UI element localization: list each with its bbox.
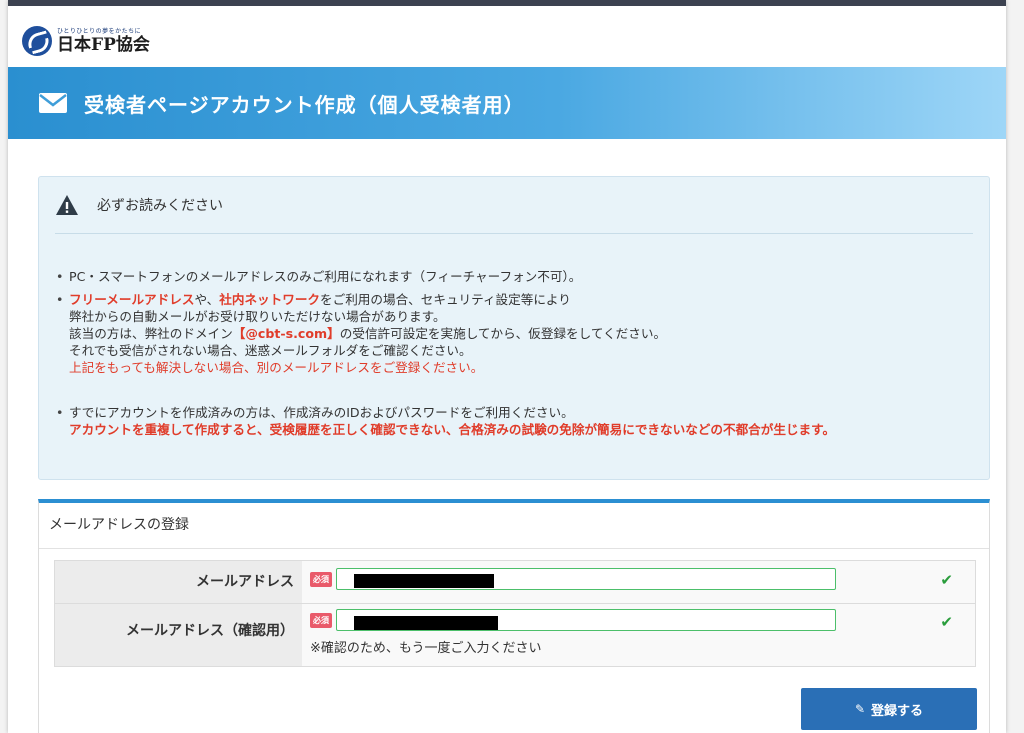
edit-icon: ✎ bbox=[854, 702, 866, 716]
required-badge: 必須 bbox=[310, 613, 332, 628]
checkmark-icon: ✔ bbox=[940, 613, 953, 631]
register-button[interactable]: ✎ 登録する bbox=[801, 688, 977, 730]
registration-panel: メールアドレスの登録 メールアドレス 必須 ✔ メールアドレス（確認用） 必須 … bbox=[38, 499, 990, 733]
notice-item-device: PC・スマートフォンのメールアドレスのみご利用になれます（フィーチャーフォン不可… bbox=[56, 268, 989, 285]
notice-item-email-filter: フリーメールアドレスや、社内ネットワークをご利用の場合、セキュリティ設定等により… bbox=[56, 291, 989, 376]
email-confirm-label: メールアドレス（確認用） bbox=[55, 604, 302, 666]
email-label: メールアドレス bbox=[55, 561, 302, 603]
site-logo[interactable]: ひとりひとりの夢をかたちに 日本FP協会 bbox=[22, 26, 150, 56]
registration-title: メールアドレスの登録 bbox=[39, 503, 989, 549]
logo-mark-icon bbox=[22, 26, 52, 56]
required-badge: 必須 bbox=[310, 572, 332, 587]
confirm-hint: ※確認のため、もう一度ご入力ください bbox=[310, 641, 542, 656]
page: ひとりひとりの夢をかたちに 日本FP協会 受検者ページアカウント作成（個人受検者… bbox=[8, 0, 1006, 733]
logo-name: 日本FP協会 bbox=[57, 35, 150, 55]
email-row: メールアドレス 必須 ✔ bbox=[55, 561, 975, 604]
registration-form: メールアドレス 必須 ✔ メールアドレス（確認用） 必須 ✔ ※確認のため、もう… bbox=[54, 560, 976, 667]
notice-box: 必ずお読みください PC・スマートフォンのメールアドレスのみご利用になれます（フ… bbox=[38, 176, 990, 480]
notice-item-existing-account: すでにアカウントを作成済みの方は、作成済みのIDおよびパスワードをご利用ください… bbox=[56, 404, 989, 438]
register-button-label: 登録する bbox=[871, 703, 924, 719]
notice-header: 必ずお読みください bbox=[55, 177, 973, 234]
page-banner: 受検者ページアカウント作成（個人受検者用） bbox=[8, 67, 1006, 139]
envelope-icon bbox=[38, 92, 68, 114]
page-title: 受検者ページアカウント作成（個人受検者用） bbox=[84, 92, 525, 117]
notice-title: 必ずお読みください bbox=[97, 198, 223, 214]
notice-list: PC・スマートフォンのメールアドレスのみご利用になれます（フィーチャーフォン不可… bbox=[39, 268, 989, 438]
redacted-value bbox=[354, 574, 494, 588]
email-confirm-row: メールアドレス（確認用） 必須 ✔ ※確認のため、もう一度ご入力ください bbox=[55, 604, 975, 666]
redacted-value bbox=[354, 616, 498, 630]
checkmark-icon: ✔ bbox=[940, 571, 953, 589]
warning-icon bbox=[55, 193, 79, 217]
